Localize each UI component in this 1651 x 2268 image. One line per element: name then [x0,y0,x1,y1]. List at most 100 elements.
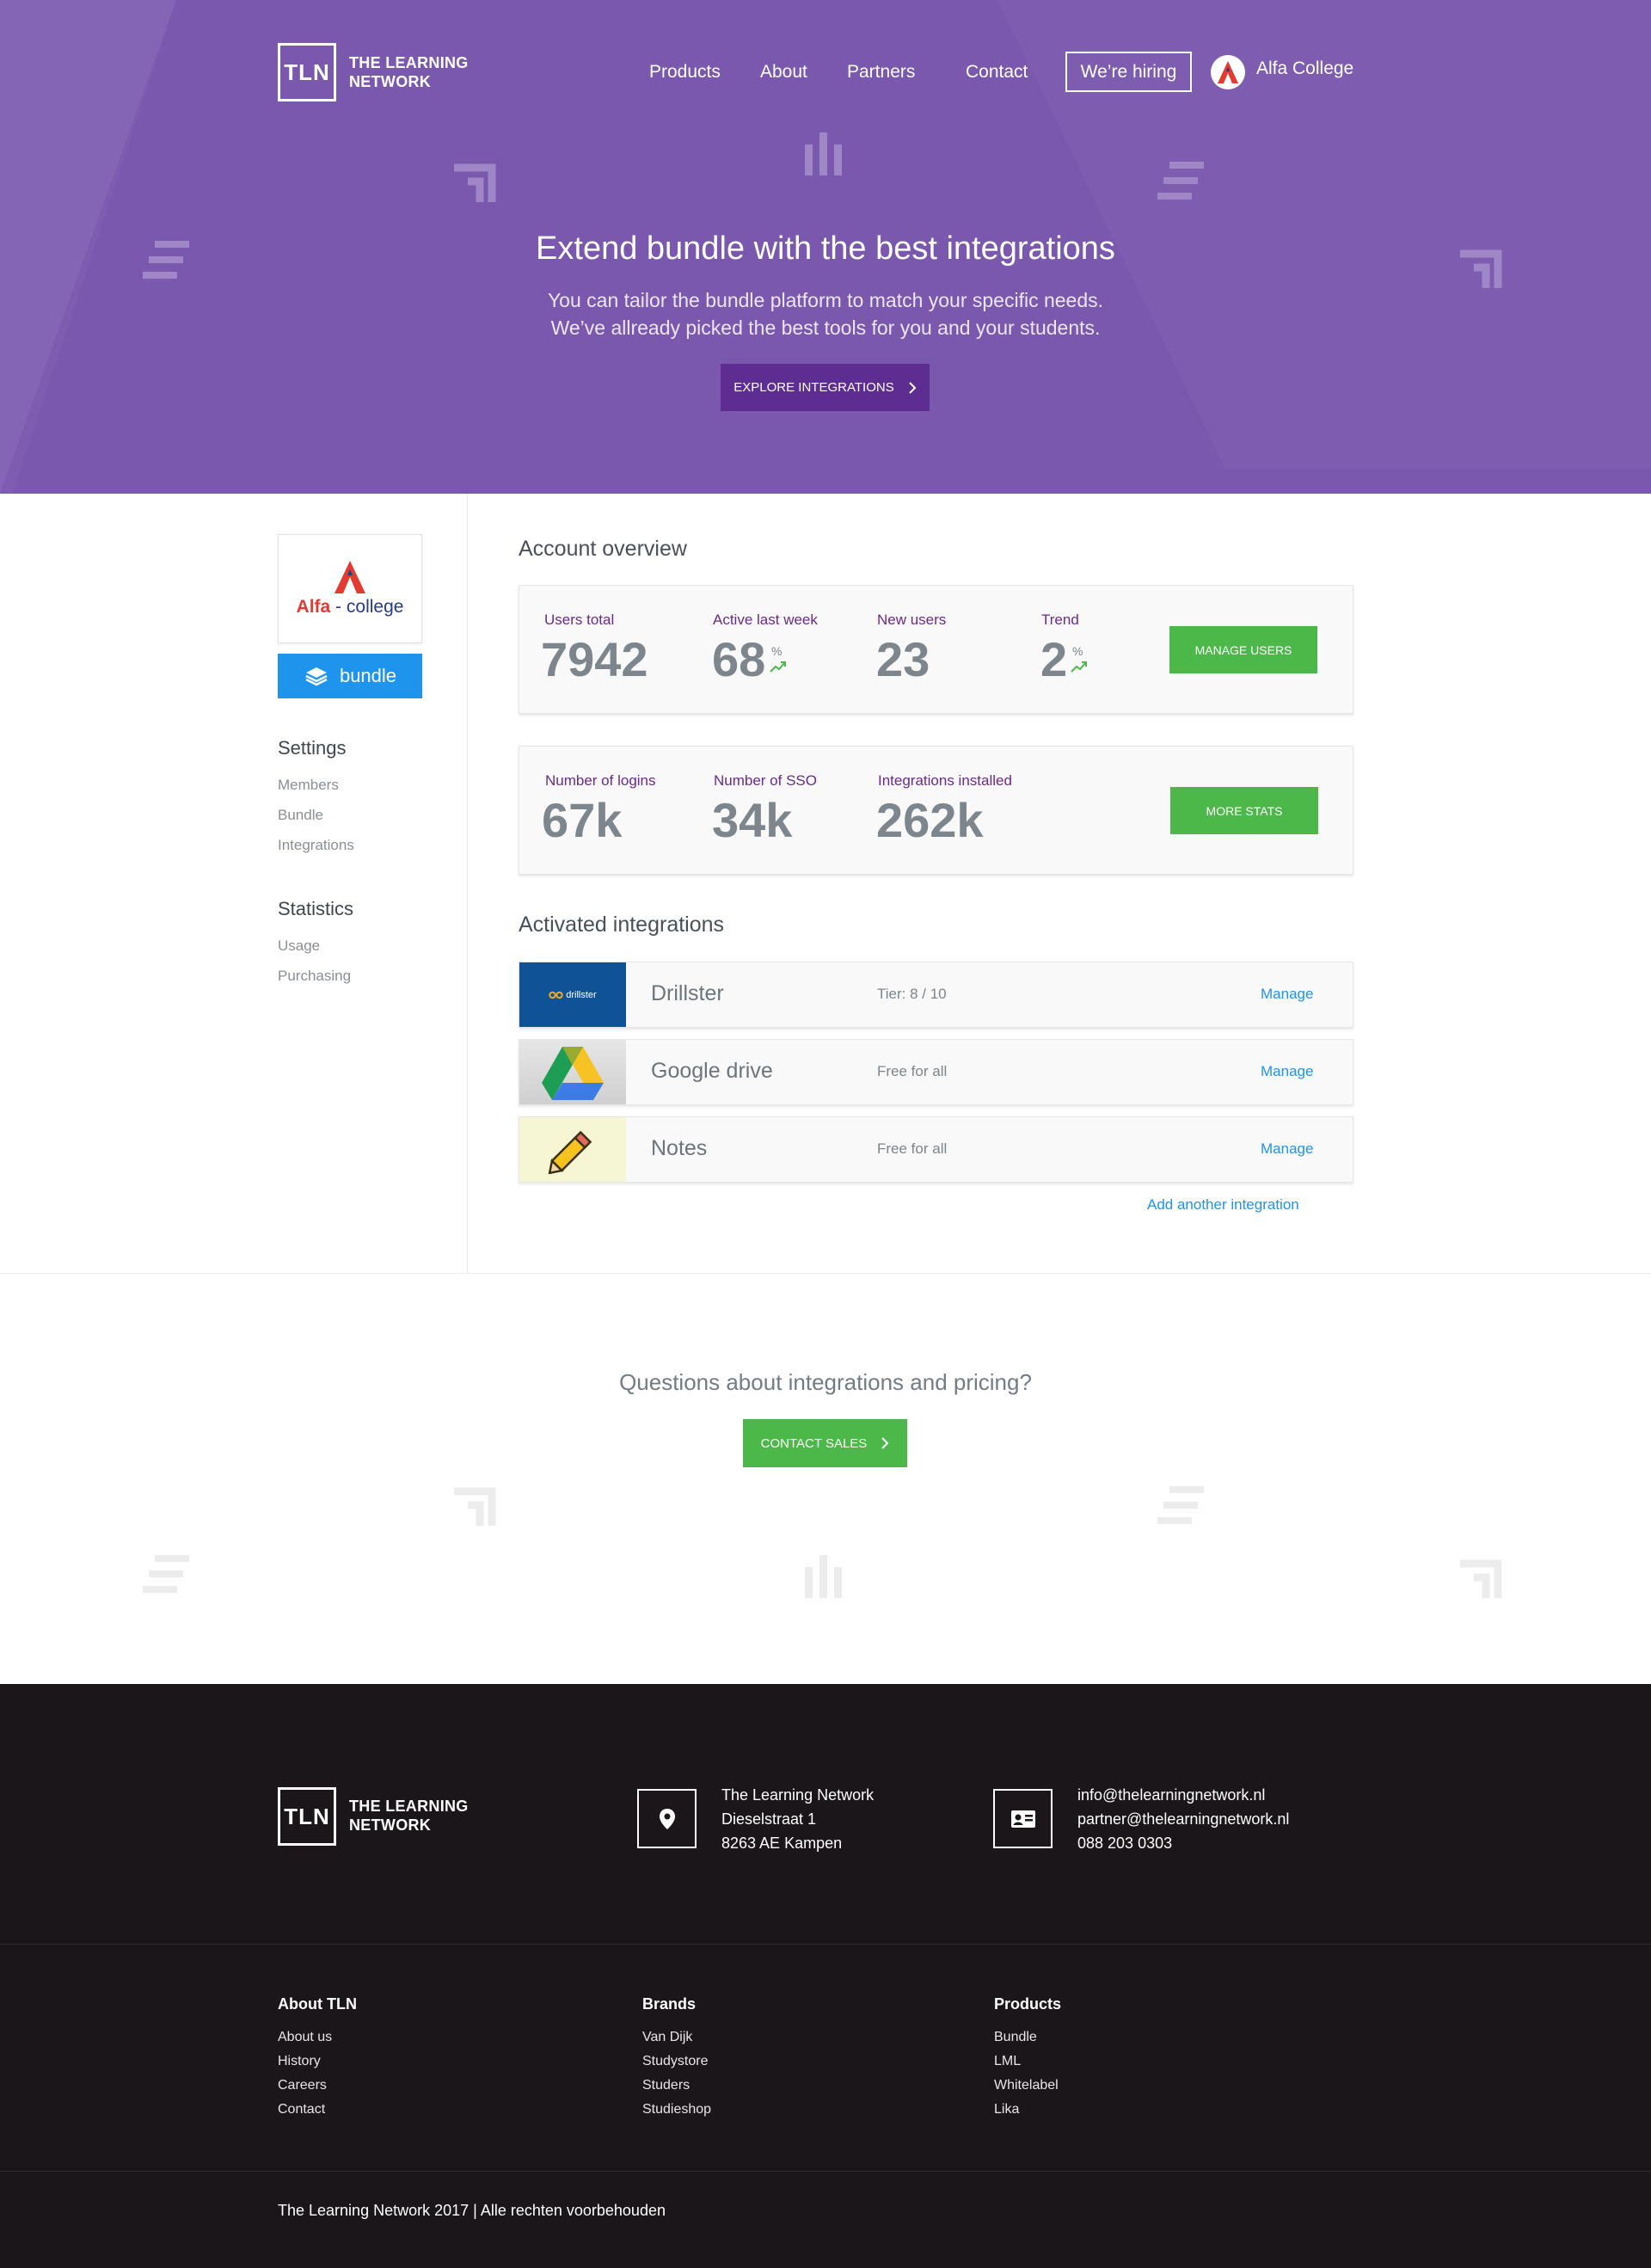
bars-deco-icon [805,132,842,175]
books-icon [305,667,328,686]
hiring-button[interactable]: We’re hiring [1065,52,1192,92]
google-drive-logo [519,1040,626,1104]
drillster-icon [549,991,563,999]
section-divider [0,1273,1651,1274]
sidebar-item-integrations[interactable]: Integrations [278,837,354,854]
chevron-right-icon [909,381,917,394]
lines-deco-icon [143,1555,189,1593]
contact-sales-label: CONTACT SALES [760,1435,868,1451]
footer-logo-wordmark[interactable]: THE LEARNING NETWORK [349,1797,469,1835]
users-total-label: Users total [544,612,615,628]
footer-logo-line-1: THE LEARNING [349,1798,469,1815]
number-of-sso-label: Number of SSO [714,772,817,789]
logo-line-1: THE LEARNING [349,54,469,71]
new-users-value: 23 [876,632,930,686]
sidebar-item-bundle[interactable]: Bundle [278,807,323,824]
integration-tier: Free for all [877,1140,948,1157]
sidebar-item-usage[interactable]: Usage [278,937,320,955]
school-logo-text: Alfa - college [297,597,404,618]
footer: TLN THE LEARNING NETWORK The Learning Ne… [0,1684,1651,2268]
notes-logo [519,1117,626,1182]
nav-contact[interactable]: Contact [966,60,1028,84]
pencil-icon [548,1130,592,1174]
footer-link[interactable]: Studystore [642,2054,708,2069]
nav-about[interactable]: About [760,60,807,84]
bracket-deco-icon [454,163,496,202]
footer-logo-mark[interactable]: TLN [278,1787,336,1846]
more-stats-button[interactable]: MORE STATS [1170,787,1318,834]
footer-link[interactable]: Van Dijk [642,2030,692,2045]
integration-row-notes: Notes Free for all Manage [519,1116,1353,1183]
integration-name: Drillster [651,981,724,1005]
school-logo-word-2: college [346,596,404,617]
contact-email-info[interactable]: info@thelearningnetwork.nl [1077,1783,1289,1807]
trend-up-icon [1071,661,1087,673]
footer-link[interactable]: Studieshop [642,2102,711,2117]
settings-heading: Settings [278,737,347,759]
footer-link[interactable]: Careers [278,2078,327,2093]
nav-products[interactable]: Products [649,60,721,84]
contact-sales-button[interactable]: CONTACT SALES [743,1419,907,1467]
footer-divider [0,2171,1651,2172]
map-pin-icon [659,1808,675,1829]
drillster-logo: drillster [519,962,626,1027]
number-of-logins-label: Number of logins [545,772,656,789]
footer-link[interactable]: Bundle [994,2030,1037,2045]
footer-divider [0,1944,1651,1945]
integrations-installed-value: 262k [876,793,984,847]
active-percent-unit: % [771,644,783,658]
footer-link[interactable]: Contact [278,2102,325,2117]
active-last-week-value: 68 [712,632,766,686]
sidebar-item-members[interactable]: Members [278,777,339,794]
integration-name: Notes [651,1136,708,1160]
school-logo-card: Alfa - college [278,534,422,643]
school-name[interactable]: Alfa College [1256,58,1353,79]
number-of-logins-value: 67k [542,793,623,847]
footer-contact: info@thelearningnetwork.nl partner@thele… [1077,1783,1289,1855]
logo-line-2: NETWORK [349,73,432,90]
alfa-college-icon [1218,61,1238,83]
footer-link[interactable]: LML [994,2054,1021,2069]
stats-card-activity: Number of logins 67k Number of SSO 34k I… [519,746,1353,875]
footer-link[interactable]: Studers [642,2078,690,2093]
explore-integrations-button[interactable]: EXPLORE INTEGRATIONS [721,364,930,411]
footer-link[interactable]: History [278,2054,321,2069]
contact-email-partner[interactable]: partner@thelearningnetwork.nl [1077,1807,1289,1831]
bracket-deco-icon [1460,1559,1502,1598]
lines-deco-icon [1157,162,1204,200]
add-integration-link[interactable]: Add another integration [1147,1196,1299,1214]
contact-phone[interactable]: 088 203 0303 [1077,1831,1289,1855]
footer-link[interactable]: About us [278,2030,332,2045]
logo-mark[interactable]: TLN [278,43,336,101]
nav-partners[interactable]: Partners [847,60,915,84]
hero-title: Extend bundle with the best integrations [536,230,1115,267]
manage-google-drive-link[interactable]: Manage [1261,1063,1313,1080]
manage-drillster-link[interactable]: Manage [1261,986,1313,1003]
footer-column-title: Products [994,1995,1062,2013]
google-drive-icon [542,1046,604,1100]
bundle-label: bundle [339,665,397,686]
cta-title: Questions about integrations and pricing… [619,1369,1032,1395]
users-total-value: 7942 [541,632,648,686]
integration-row-drillster: drillster Drillster Tier: 8 / 10 Manage [519,962,1353,1028]
hero-subtitle-line-1: You can tailor the bundle platform to ma… [547,289,1104,311]
sidebar-item-purchasing[interactable]: Purchasing [278,968,351,985]
school-logo-word-1: Alfa [296,596,331,617]
integration-tier: Free for all [877,1063,948,1079]
footer-link[interactable]: Whitelabel [994,2078,1059,2093]
integration-row-google-drive: Google drive Free for all Manage [519,1039,1353,1105]
logo-wordmark[interactable]: THE LEARNING NETWORK [349,53,469,91]
manage-notes-link[interactable]: Manage [1261,1140,1313,1158]
bundle-button[interactable]: bundle [278,654,422,698]
school-avatar[interactable] [1211,55,1245,89]
address-line-1: The Learning Network [721,1786,875,1804]
footer-column-title: About TLN [278,1995,357,2013]
manage-users-button[interactable]: MANAGE USERS [1169,626,1317,673]
explore-integrations-label: EXPLORE INTEGRATIONS [733,380,894,395]
footer-link[interactable]: Lika [994,2102,1019,2117]
alfa-college-logo-icon [334,560,365,593]
chevron-right-icon [881,1437,889,1449]
trend-label: Trend [1041,612,1079,628]
id-card-icon [1010,1810,1035,1828]
copyright: The Learning Network 2017 | Alle rechten… [278,2202,666,2219]
